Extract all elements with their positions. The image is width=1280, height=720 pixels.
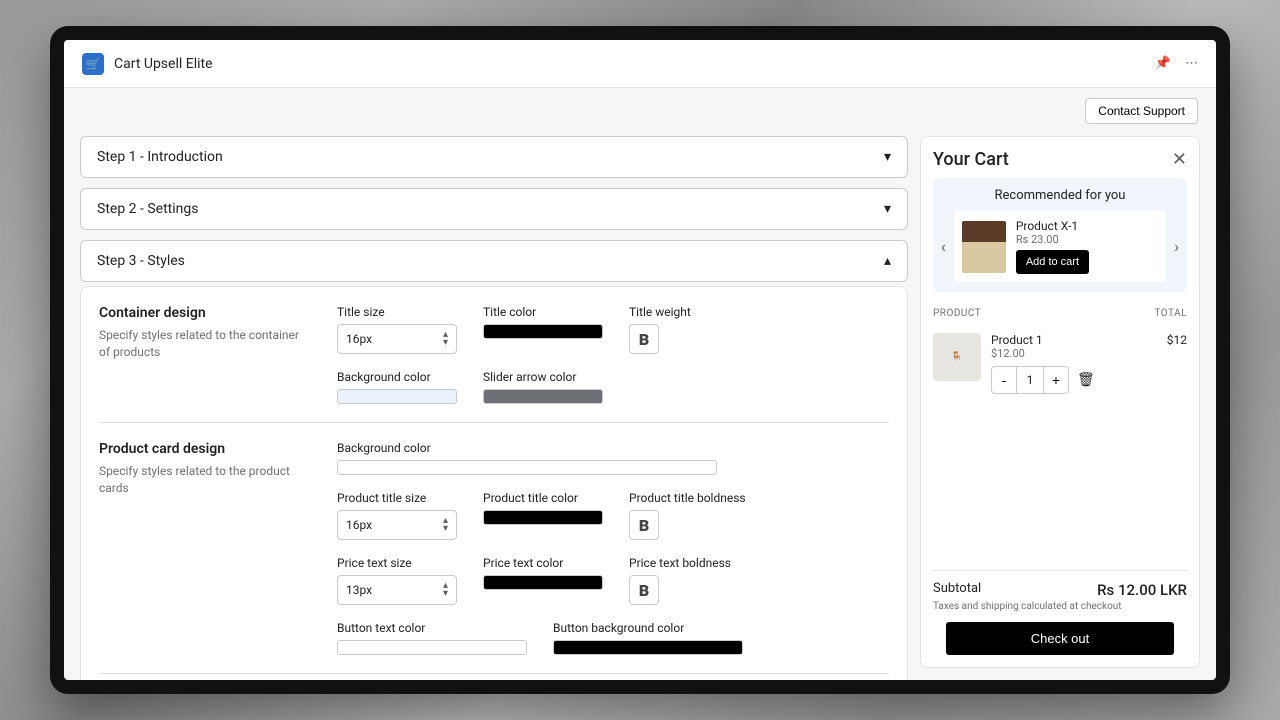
product-card-heading: Product card design: [99, 441, 309, 457]
step-2-label: Step 2 - Settings: [97, 201, 198, 217]
price-color-label: Price text color: [483, 556, 603, 570]
container-design-desc: Specify styles related to the container …: [99, 327, 309, 361]
add-to-cart-button[interactable]: Add to cart: [1016, 250, 1089, 274]
title-color-label: Title color: [483, 305, 603, 319]
more-icon[interactable]: ⋯: [1185, 56, 1198, 71]
container-design-section: Container design Specify styles related …: [99, 305, 889, 423]
price-bold-toggle[interactable]: B: [629, 575, 659, 605]
recommend-image: [962, 221, 1006, 273]
product-title-size-value: 16px: [346, 518, 372, 532]
cart-item-price: $12.00: [991, 347, 1157, 360]
bg-color-swatch[interactable]: [337, 389, 457, 404]
recommend-product-name: Product X-1: [1016, 219, 1158, 233]
step-3-body: Container design Specify styles related …: [80, 286, 908, 680]
chevron-down-icon: ▾: [884, 149, 891, 165]
trash-icon[interactable]: 🗑: [1077, 372, 1095, 388]
subtotal-value: Rs 12.00 LKR: [1097, 581, 1187, 599]
price-size-value: 13px: [346, 583, 372, 597]
title-size-label: Title size: [337, 305, 457, 319]
cart-columns: PRODUCT TOTAL: [933, 304, 1187, 323]
stepper-icon: ▴▾: [443, 331, 448, 347]
cart-title: Your Cart: [933, 149, 1009, 170]
app-title: Cart Upsell Elite: [114, 56, 213, 72]
tax-note: Taxes and shipping calculated at checkou…: [933, 601, 1187, 612]
bg-color-label: Background color: [337, 370, 457, 384]
recommend-product-price: Rs 23.00: [1016, 233, 1158, 246]
product-title-size-select[interactable]: 16px ▴▾: [337, 510, 457, 540]
quantity-stepper: - 1 +: [991, 366, 1069, 394]
title-weight-label: Title weight: [629, 305, 749, 319]
recommend-card: Product X-1 Rs 23.00 Add to cart: [954, 211, 1166, 282]
title-size-select[interactable]: 16px ▴▾: [337, 324, 457, 354]
stepper-icon: ▴▾: [443, 582, 448, 598]
toolbar: Contact Support: [64, 88, 1216, 124]
col-product: PRODUCT: [933, 308, 981, 319]
laptop-frame: 🛒 Cart Upsell Elite 📌 ⋯ Contact Support …: [50, 26, 1230, 694]
cart-panel: Your Cart ✕ Recommended for you ‹ Produc…: [920, 136, 1200, 668]
card-bg-color-label: Background color: [337, 441, 889, 455]
app-header: 🛒 Cart Upsell Elite 📌 ⋯: [64, 40, 1216, 88]
product-title-size-label: Product title size: [337, 491, 457, 505]
app-icon: 🛒: [82, 53, 104, 75]
product-card-design-section: Product card design Specify styles relat…: [99, 441, 889, 674]
step-1-header[interactable]: Step 1 - Introduction ▾: [80, 136, 908, 178]
price-color-swatch[interactable]: [483, 575, 603, 590]
card-bg-color-swatch[interactable]: [337, 460, 717, 475]
close-icon[interactable]: ✕: [1172, 149, 1187, 170]
cart-item-image: 🪑: [933, 333, 981, 381]
subtotal-label: Subtotal: [933, 581, 981, 599]
chevron-down-icon: ▾: [884, 201, 891, 217]
qty-value: 1: [1016, 367, 1044, 393]
left-column: Step 1 - Introduction ▾ Step 2 - Setting…: [80, 136, 908, 668]
price-size-select[interactable]: 13px ▴▾: [337, 575, 457, 605]
product-title-bold-toggle[interactable]: B: [629, 510, 659, 540]
price-bold-label: Price text boldness: [629, 556, 749, 570]
cart-item: 🪑 Product 1 $12.00 - 1 + 🗑: [933, 323, 1187, 404]
slider-arrow-color-swatch[interactable]: [483, 389, 603, 404]
title-size-value: 16px: [346, 332, 372, 346]
button-text-color-swatch[interactable]: [337, 640, 527, 655]
step-1-label: Step 1 - Introduction: [97, 149, 223, 165]
step-2-header[interactable]: Step 2 - Settings ▾: [80, 188, 908, 230]
recommend-title: Recommended for you: [939, 188, 1181, 203]
app-title-wrap: 🛒 Cart Upsell Elite: [82, 53, 213, 75]
col-total: TOTAL: [1154, 308, 1187, 319]
button-bg-color-swatch[interactable]: [553, 640, 743, 655]
cart-item-total: $12: [1167, 333, 1187, 394]
chevron-left-icon[interactable]: ‹: [939, 237, 948, 256]
product-title-color-label: Product title color: [483, 491, 603, 505]
cart-footer: Subtotal Rs 12.00 LKR Taxes and shipping…: [933, 570, 1187, 655]
button-text-color-label: Button text color: [337, 621, 527, 635]
recommend-box: Recommended for you ‹ Product X-1 Rs 23.…: [933, 178, 1187, 292]
product-title-bold-label: Product title boldness: [629, 491, 749, 505]
app-screen: 🛒 Cart Upsell Elite 📌 ⋯ Contact Support …: [64, 40, 1216, 680]
qty-decrease-button[interactable]: -: [992, 367, 1016, 393]
step-3-label: Step 3 - Styles: [97, 253, 185, 269]
header-actions: 📌 ⋯: [1155, 56, 1198, 71]
chevron-up-icon: ▴: [884, 253, 891, 269]
product-card-desc: Specify styles related to the product ca…: [99, 463, 309, 497]
qty-increase-button[interactable]: +: [1044, 367, 1068, 393]
step-3-header[interactable]: Step 3 - Styles ▴: [80, 240, 908, 282]
title-weight-toggle[interactable]: B: [629, 324, 659, 354]
cart-item-name: Product 1: [991, 333, 1157, 347]
chevron-right-icon[interactable]: ›: [1172, 237, 1181, 256]
contact-support-button[interactable]: Contact Support: [1085, 98, 1198, 124]
stepper-icon: ▴▾: [443, 517, 448, 533]
content-area: Step 1 - Introduction ▾ Step 2 - Setting…: [64, 124, 1216, 680]
container-design-heading: Container design: [99, 305, 309, 321]
pin-icon[interactable]: 📌: [1155, 56, 1171, 71]
slider-arrow-color-label: Slider arrow color: [483, 370, 603, 384]
button-bg-color-label: Button background color: [553, 621, 743, 635]
title-color-swatch[interactable]: [483, 324, 603, 339]
product-title-color-swatch[interactable]: [483, 510, 603, 525]
checkout-button[interactable]: Check out: [946, 622, 1175, 655]
price-size-label: Price text size: [337, 556, 457, 570]
